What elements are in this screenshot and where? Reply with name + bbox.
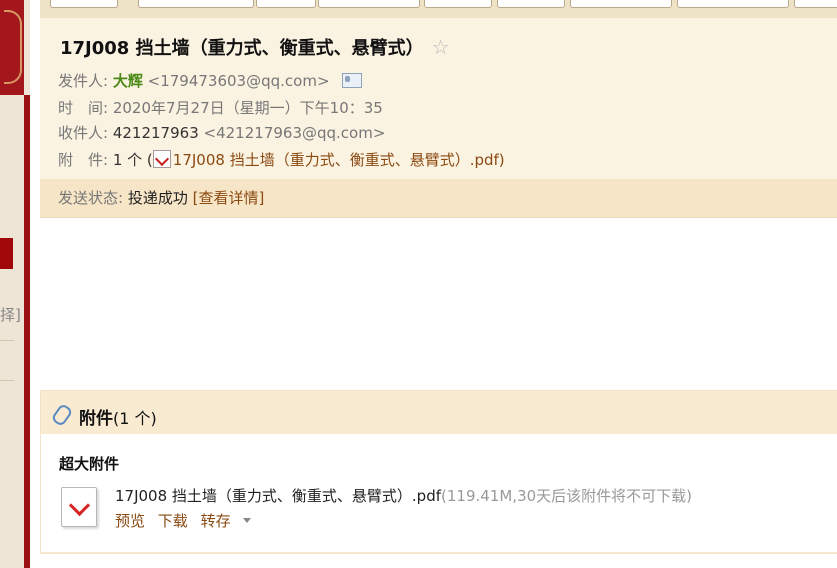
mail-header: 17J008 挡土墙（重力式、衡重式、悬臂式） ☆ 发件人: 大辉 <179473… — [40, 18, 837, 218]
sidebar-divider — [0, 340, 14, 341]
sidebar-selected-marker[interactable] — [0, 238, 13, 269]
save-to-button[interactable]: 转存 — [201, 512, 259, 530]
attachments-count: (1 个) — [113, 409, 157, 428]
time-value: 2020年7月27日（星期一）下午10：35 — [112, 99, 383, 117]
toolbar-button[interactable] — [318, 0, 420, 8]
time-label: 时 间: — [58, 99, 109, 117]
sidebar-divider — [0, 380, 14, 381]
decorative-ornament — [0, 0, 24, 95]
delivery-status-bar: 发送状态: 投递成功 [查看详情] — [40, 179, 837, 217]
sidebar-border — [24, 95, 30, 568]
recipient-row: 收件人: 421217963 <421217963@qq.com> — [58, 122, 385, 143]
toolbar-button[interactable] — [138, 0, 254, 8]
attachments-title: 附件(1 个) — [79, 409, 157, 429]
status-value: 投递成功 — [127, 189, 188, 207]
attachment-file-name: 17J008 挡土墙（重力式、衡重式、悬臂式）.pdf(119.41M,30天后… — [115, 485, 692, 506]
paperclip-icon — [50, 402, 74, 428]
toolbar-button[interactable] — [256, 0, 316, 8]
file-info: (119.41M,30天后该附件将不可下载) — [441, 487, 693, 505]
sidebar-partial-text[interactable]: 择] — [0, 304, 21, 325]
attachment-row: 附 件: 1 个 ( 17J008 挡土墙（重力式、衡重式、悬臂式）.pdf) — [58, 149, 505, 170]
chevron-down-icon — [242, 518, 251, 523]
recipient-email[interactable]: <421217963@qq.com> — [204, 124, 386, 142]
pdf-icon[interactable] — [61, 487, 97, 527]
subject-text: 17J008 挡土墙（重力式、衡重式、悬臂式） — [60, 38, 424, 59]
sender-row: 发件人: 大辉 <179473603@qq.com> — [58, 70, 363, 91]
recipient-label: 收件人: — [58, 124, 109, 142]
attachment-link[interactable]: 17J008 挡土墙（重力式、衡重式、悬臂式）.pdf — [173, 151, 499, 169]
file-name-text[interactable]: 17J008 挡土墙（重力式、衡重式、悬臂式）.pdf — [115, 487, 441, 505]
recipient-name[interactable]: 421217963 — [113, 124, 199, 142]
toolbar-button[interactable] — [570, 0, 672, 8]
download-button[interactable]: 下载 — [158, 512, 188, 530]
attachment-count: 1 个 ( — [112, 151, 153, 169]
toolbar-button[interactable] — [50, 0, 118, 8]
large-attachment-label: 超大附件 — [59, 455, 120, 473]
attachments-section: 附件(1 个) 超大附件 17J008 挡土墙（重力式、衡重式、悬臂式）.pdf… — [40, 390, 837, 554]
preview-button[interactable]: 预览 — [115, 512, 145, 530]
attachment-close: ) — [498, 151, 505, 169]
toolbar-button[interactable] — [677, 0, 789, 8]
toolbar-button[interactable] — [424, 0, 492, 8]
star-icon[interactable]: ☆ — [432, 35, 450, 59]
sender-label: 发件人: — [58, 72, 109, 90]
sender-name[interactable]: 大辉 — [113, 72, 143, 90]
toolbar-button[interactable] — [794, 0, 837, 8]
time-row: 时 间: 2020年7月27日（星期一）下午10：35 — [58, 97, 383, 118]
bottom-divider — [40, 552, 837, 554]
left-sidebar: 择] — [0, 0, 30, 568]
attachment-actions: 预览 下载 转存 — [115, 510, 267, 531]
mail-subject: 17J008 挡土墙（重力式、衡重式、悬臂式） ☆ — [60, 34, 450, 60]
sender-email[interactable]: <179473603@qq.com> — [148, 72, 330, 90]
contact-card-icon[interactable] — [342, 73, 363, 88]
status-label: 发送状态: — [58, 189, 124, 207]
attachments-header: 附件(1 个) — [41, 391, 837, 434]
toolbar-button[interactable] — [497, 0, 565, 8]
pdf-icon — [152, 150, 171, 168]
attachment-label: 附 件: — [58, 151, 109, 169]
mail-toolbar — [40, 0, 837, 18]
view-details-link[interactable]: [查看详情] — [193, 189, 265, 207]
